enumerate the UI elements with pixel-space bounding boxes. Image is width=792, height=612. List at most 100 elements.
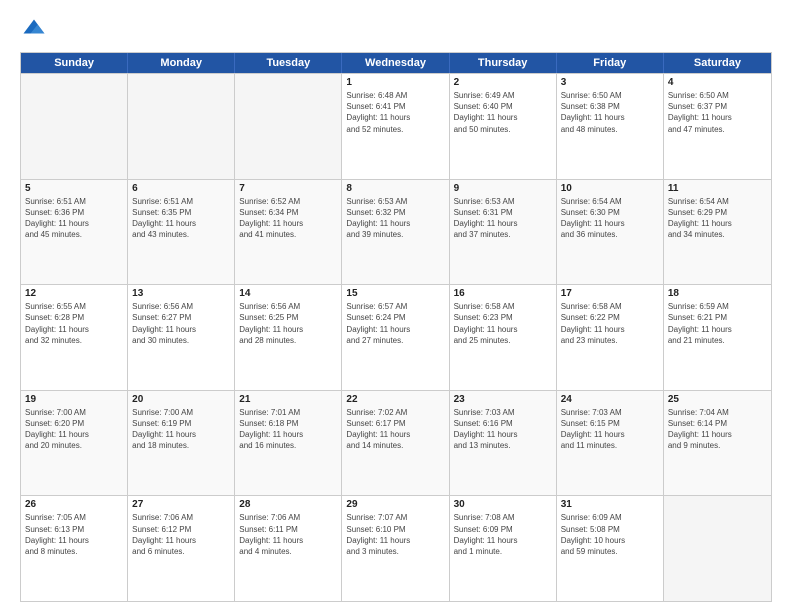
day-info: Sunrise: 6:57 AM Sunset: 6:24 PM Dayligh… <box>346 301 444 346</box>
day-number: 9 <box>454 183 552 194</box>
calendar-row: 5 Sunrise: 6:51 AM Sunset: 6:36 PM Daylig… <box>21 179 771 285</box>
calendar-day-cell: 3Sunrise: 6:50 AM Sunset: 6:38 PM Daylig… <box>557 74 664 179</box>
weekday-header-tuesday: Tuesday <box>235 53 342 73</box>
day-number: 26 <box>25 499 123 510</box>
day-number: 22 <box>346 394 444 405</box>
day-info: Sunrise: 7:03 AM Sunset: 6:16 PM Dayligh… <box>454 407 552 452</box>
day-number: 16 <box>454 288 552 299</box>
day-info: Sunrise: 6:53 AM Sunset: 6:32 PM Dayligh… <box>346 196 444 241</box>
day-info: Sunrise: 7:02 AM Sunset: 6:17 PM Dayligh… <box>346 407 444 452</box>
day-info: Sunrise: 6:50 AM Sunset: 6:37 PM Dayligh… <box>668 90 767 135</box>
day-number: 31 <box>561 499 659 510</box>
day-info: Sunrise: 7:08 AM Sunset: 6:09 PM Dayligh… <box>454 512 552 557</box>
calendar-day-cell: 14 Sunrise: 6:56 AM Sunset: 6:25 PM Dayli… <box>235 285 342 390</box>
day-number: 7 <box>239 183 337 194</box>
day-number: 14 <box>239 288 337 299</box>
calendar-row: 19 Sunrise: 7:00 AM Sunset: 6:20 PM Dayli… <box>21 390 771 496</box>
day-number: 18 <box>668 288 767 299</box>
calendar-day-cell: 21 Sunrise: 7:01 AM Sunset: 6:18 PM Dayli… <box>235 391 342 496</box>
day-number: 24 <box>561 394 659 405</box>
day-number: 21 <box>239 394 337 405</box>
day-number: 5 <box>25 183 123 194</box>
day-info: Sunrise: 6:55 AM Sunset: 6:28 PM Dayligh… <box>25 301 123 346</box>
day-info: Sunrise: 7:06 AM Sunset: 6:11 PM Dayligh… <box>239 512 337 557</box>
day-info: Sunrise: 7:01 AM Sunset: 6:18 PM Dayligh… <box>239 407 337 452</box>
calendar-day-cell: 4 Sunrise: 6:50 AM Sunset: 6:37 PM Daylig… <box>664 74 771 179</box>
weekday-header-thursday: Thursday <box>450 53 557 73</box>
empty-cell <box>128 74 235 179</box>
day-number: 25 <box>668 394 767 405</box>
day-number: 29 <box>346 499 444 510</box>
day-number: 20 <box>132 394 230 405</box>
calendar-day-cell: 26 Sunrise: 7:05 AM Sunset: 6:13 PM Dayli… <box>21 496 128 601</box>
calendar-day-cell: 7 Sunrise: 6:52 AM Sunset: 6:34 PM Daylig… <box>235 180 342 285</box>
calendar-day-cell: 22 Sunrise: 7:02 AM Sunset: 6:17 PM Dayli… <box>342 391 449 496</box>
day-number: 19 <box>25 394 123 405</box>
calendar-day-cell: 17Sunrise: 6:58 AM Sunset: 6:22 PM Dayli… <box>557 285 664 390</box>
day-info: Sunrise: 7:04 AM Sunset: 6:14 PM Dayligh… <box>668 407 767 452</box>
day-number: 6 <box>132 183 230 194</box>
logo-icon <box>20 16 48 44</box>
day-number: 1 <box>346 77 444 88</box>
calendar-row: 26 Sunrise: 7:05 AM Sunset: 6:13 PM Dayli… <box>21 495 771 601</box>
calendar-day-cell: 16 Sunrise: 6:58 AM Sunset: 6:23 PM Dayli… <box>450 285 557 390</box>
calendar-day-cell: 2Sunrise: 6:49 AM Sunset: 6:40 PM Daylig… <box>450 74 557 179</box>
calendar-day-cell: 15 Sunrise: 6:57 AM Sunset: 6:24 PM Dayli… <box>342 285 449 390</box>
page: SundayMondayTuesdayWednesdayThursdayFrid… <box>0 0 792 612</box>
calendar-day-cell: 27Sunrise: 7:06 AM Sunset: 6:12 PM Dayli… <box>128 496 235 601</box>
day-number: 12 <box>25 288 123 299</box>
day-info: Sunrise: 7:00 AM Sunset: 6:20 PM Dayligh… <box>25 407 123 452</box>
day-info: Sunrise: 6:54 AM Sunset: 6:29 PM Dayligh… <box>668 196 767 241</box>
calendar-day-cell: 10Sunrise: 6:54 AM Sunset: 6:30 PM Dayli… <box>557 180 664 285</box>
calendar-day-cell: 9 Sunrise: 6:53 AM Sunset: 6:31 PM Daylig… <box>450 180 557 285</box>
day-info: Sunrise: 6:48 AM Sunset: 6:41 PM Dayligh… <box>346 90 444 135</box>
day-info: Sunrise: 6:51 AM Sunset: 6:36 PM Dayligh… <box>25 196 123 241</box>
day-info: Sunrise: 6:58 AM Sunset: 6:23 PM Dayligh… <box>454 301 552 346</box>
calendar-day-cell: 18Sunrise: 6:59 AM Sunset: 6:21 PM Dayli… <box>664 285 771 390</box>
day-number: 13 <box>132 288 230 299</box>
calendar-day-cell: 8 Sunrise: 6:53 AM Sunset: 6:32 PM Daylig… <box>342 180 449 285</box>
calendar-day-cell: 24 Sunrise: 7:03 AM Sunset: 6:15 PM Dayli… <box>557 391 664 496</box>
calendar-header: SundayMondayTuesdayWednesdayThursdayFrid… <box>21 53 771 73</box>
day-info: Sunrise: 7:05 AM Sunset: 6:13 PM Dayligh… <box>25 512 123 557</box>
day-number: 15 <box>346 288 444 299</box>
day-info: Sunrise: 6:09 AM Sunset: 5:08 PM Dayligh… <box>561 512 659 557</box>
weekday-header-saturday: Saturday <box>664 53 771 73</box>
calendar-day-cell: 23 Sunrise: 7:03 AM Sunset: 6:16 PM Dayli… <box>450 391 557 496</box>
calendar-day-cell: 31 Sunrise: 6:09 AM Sunset: 5:08 PM Dayli… <box>557 496 664 601</box>
day-info: Sunrise: 6:56 AM Sunset: 6:27 PM Dayligh… <box>132 301 230 346</box>
day-info: Sunrise: 7:03 AM Sunset: 6:15 PM Dayligh… <box>561 407 659 452</box>
calendar-day-cell: 12 Sunrise: 6:55 AM Sunset: 6:28 PM Dayli… <box>21 285 128 390</box>
calendar-row: 12 Sunrise: 6:55 AM Sunset: 6:28 PM Dayli… <box>21 284 771 390</box>
calendar-day-cell: 28Sunrise: 7:06 AM Sunset: 6:11 PM Dayli… <box>235 496 342 601</box>
calendar-day-cell: 11Sunrise: 6:54 AM Sunset: 6:29 PM Dayli… <box>664 180 771 285</box>
day-number: 4 <box>668 77 767 88</box>
calendar-day-cell: 1 Sunrise: 6:48 AM Sunset: 6:41 PM Daylig… <box>342 74 449 179</box>
logo <box>20 16 50 44</box>
day-number: 2 <box>454 77 552 88</box>
day-number: 30 <box>454 499 552 510</box>
empty-cell <box>21 74 128 179</box>
calendar-body: 1 Sunrise: 6:48 AM Sunset: 6:41 PM Daylig… <box>21 73 771 601</box>
weekday-header-friday: Friday <box>557 53 664 73</box>
weekday-header-wednesday: Wednesday <box>342 53 449 73</box>
day-info: Sunrise: 6:53 AM Sunset: 6:31 PM Dayligh… <box>454 196 552 241</box>
day-number: 10 <box>561 183 659 194</box>
day-number: 27 <box>132 499 230 510</box>
day-info: Sunrise: 6:51 AM Sunset: 6:35 PM Dayligh… <box>132 196 230 241</box>
day-info: Sunrise: 6:56 AM Sunset: 6:25 PM Dayligh… <box>239 301 337 346</box>
weekday-header-sunday: Sunday <box>21 53 128 73</box>
day-info: Sunrise: 6:50 AM Sunset: 6:38 PM Dayligh… <box>561 90 659 135</box>
calendar-row: 1 Sunrise: 6:48 AM Sunset: 6:41 PM Daylig… <box>21 73 771 179</box>
day-number: 8 <box>346 183 444 194</box>
calendar-day-cell: 13 Sunrise: 6:56 AM Sunset: 6:27 PM Dayli… <box>128 285 235 390</box>
day-info: Sunrise: 7:00 AM Sunset: 6:19 PM Dayligh… <box>132 407 230 452</box>
day-number: 23 <box>454 394 552 405</box>
day-number: 17 <box>561 288 659 299</box>
calendar-day-cell: 19 Sunrise: 7:00 AM Sunset: 6:20 PM Dayli… <box>21 391 128 496</box>
day-info: Sunrise: 6:52 AM Sunset: 6:34 PM Dayligh… <box>239 196 337 241</box>
empty-cell <box>235 74 342 179</box>
calendar-day-cell: 30 Sunrise: 7:08 AM Sunset: 6:09 PM Dayli… <box>450 496 557 601</box>
header <box>20 16 772 44</box>
empty-cell <box>664 496 771 601</box>
